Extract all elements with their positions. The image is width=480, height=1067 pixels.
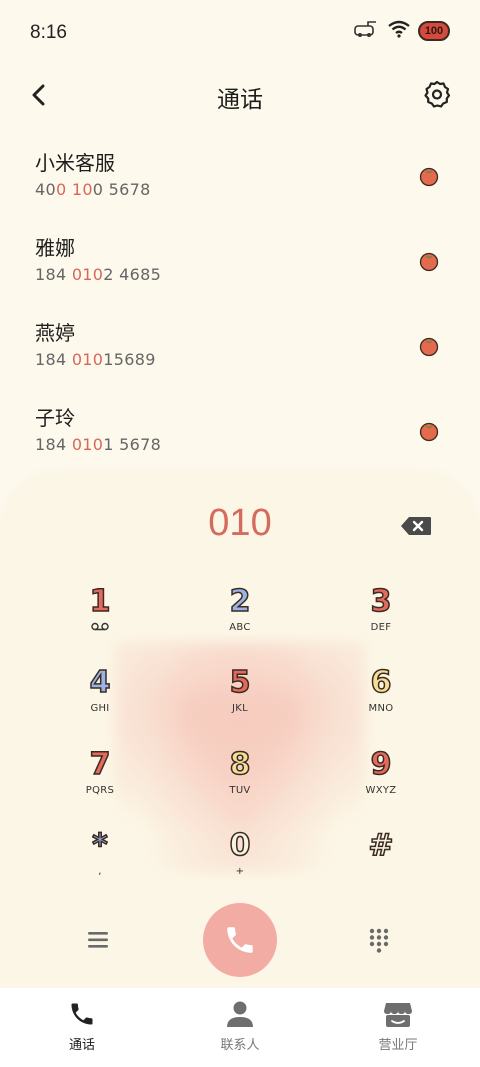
list-item[interactable]: 小米客服 400 100 5678 xyxy=(0,135,480,220)
key-letters: GHI xyxy=(90,703,110,714)
key-digit: 2 xyxy=(229,583,251,620)
call-button[interactable] xyxy=(203,903,277,977)
key-letters: , xyxy=(98,866,102,877)
tab-store[interactable]: 营业厅 xyxy=(338,1000,458,1053)
list-item[interactable]: 燕婷 184 01015689 xyxy=(0,305,480,390)
contact-number: 184 01015689 xyxy=(35,350,156,369)
key-digit: 6 xyxy=(370,664,392,701)
key-2[interactable]: 2 ABC xyxy=(185,583,295,654)
contact-name: 燕婷 xyxy=(35,321,75,345)
backspace-icon xyxy=(401,517,431,535)
key-star[interactable]: * , xyxy=(45,827,155,898)
status-time: 8:16 xyxy=(30,22,67,43)
key-6[interactable]: 6 MNO xyxy=(326,664,436,735)
key-letters: ABC xyxy=(229,622,251,633)
person-icon xyxy=(227,1001,253,1027)
list-item[interactable]: 雅娜 184 0102 4685 xyxy=(0,220,480,305)
key-5[interactable]: 5 JKL xyxy=(185,664,295,735)
key-digit: 0 xyxy=(229,827,251,864)
key-digit: 1 xyxy=(89,583,111,620)
contact-number: 184 0102 4685 xyxy=(35,265,162,284)
key-7[interactable]: 7 PQRS xyxy=(45,746,155,817)
key-digit: 9 xyxy=(370,746,392,783)
key-digit: * xyxy=(91,827,108,864)
key-letters: TUV xyxy=(229,785,251,796)
menu-button[interactable] xyxy=(86,930,112,954)
tomato-icon xyxy=(418,250,440,276)
key-3[interactable]: 3 DEF xyxy=(326,583,436,654)
tomato-icon xyxy=(418,165,440,191)
key-9[interactable]: 9 WXYZ xyxy=(326,746,436,817)
battery-indicator: 100 xyxy=(418,21,450,41)
bottom-navigation: 通话 联系人 营业厅 xyxy=(0,988,480,1067)
contact-name: 小米客服 xyxy=(35,151,115,175)
store-icon xyxy=(384,1003,412,1027)
key-hash[interactable]: # xyxy=(326,827,436,898)
tomato-icon xyxy=(418,335,440,361)
tab-contacts[interactable]: 联系人 xyxy=(180,1000,300,1053)
dialer-actions xyxy=(0,903,480,977)
key-0[interactable]: 0 + xyxy=(185,827,295,898)
list-item[interactable]: 子玲 184 0101 5678 xyxy=(0,390,480,475)
call-suggestions-list: 小米客服 400 100 5678 雅娜 184 0102 4685 燕婷 18… xyxy=(0,135,480,475)
key-digit: 3 xyxy=(370,583,392,620)
contact-name: 子玲 xyxy=(35,406,75,430)
key-letters: DEF xyxy=(370,622,392,633)
tab-label: 通话 xyxy=(68,1038,95,1053)
contact-number: 184 0101 5678 xyxy=(35,435,162,454)
voicemail-icon xyxy=(45,622,155,634)
status-icons: 100 xyxy=(354,20,450,42)
key-digit: 7 xyxy=(89,746,111,783)
key-letters: MNO xyxy=(368,703,394,714)
gear-icon xyxy=(424,80,451,108)
tab-calls[interactable]: 通话 xyxy=(22,1000,142,1053)
key-letters: PQRS xyxy=(85,785,115,796)
keypad-toggle-button[interactable] xyxy=(368,927,390,957)
contact-number: 400 100 5678 xyxy=(35,180,151,199)
menu-icon xyxy=(88,932,108,948)
key-letters: JKL xyxy=(232,703,248,714)
key-digit: # xyxy=(368,827,395,864)
tomato-icon xyxy=(418,420,440,446)
data-speed-icon xyxy=(354,20,380,42)
tab-label: 营业厅 xyxy=(378,1038,418,1053)
phone-icon xyxy=(71,1003,93,1025)
key-letters: + xyxy=(235,866,245,877)
key-digit: 8 xyxy=(229,746,251,783)
page-title: 通话 xyxy=(217,87,263,113)
tab-label: 联系人 xyxy=(220,1038,260,1053)
key-digit: 5 xyxy=(229,664,251,701)
status-bar: 8:16 100 xyxy=(0,0,480,64)
key-letters: WXYZ xyxy=(365,785,397,796)
key-4[interactable]: 4 GHI xyxy=(45,664,155,735)
key-8[interactable]: 8 TUV xyxy=(185,746,295,817)
key-1[interactable]: 1 xyxy=(45,583,155,654)
phone-icon xyxy=(227,927,253,953)
contact-name: 雅娜 xyxy=(35,236,75,260)
header: 通话 xyxy=(0,70,480,120)
settings-button[interactable] xyxy=(422,79,452,109)
key-digit: 4 xyxy=(89,664,111,701)
keypad-icon xyxy=(369,928,389,953)
backspace-button[interactable] xyxy=(400,516,432,540)
wifi-icon xyxy=(388,20,410,42)
